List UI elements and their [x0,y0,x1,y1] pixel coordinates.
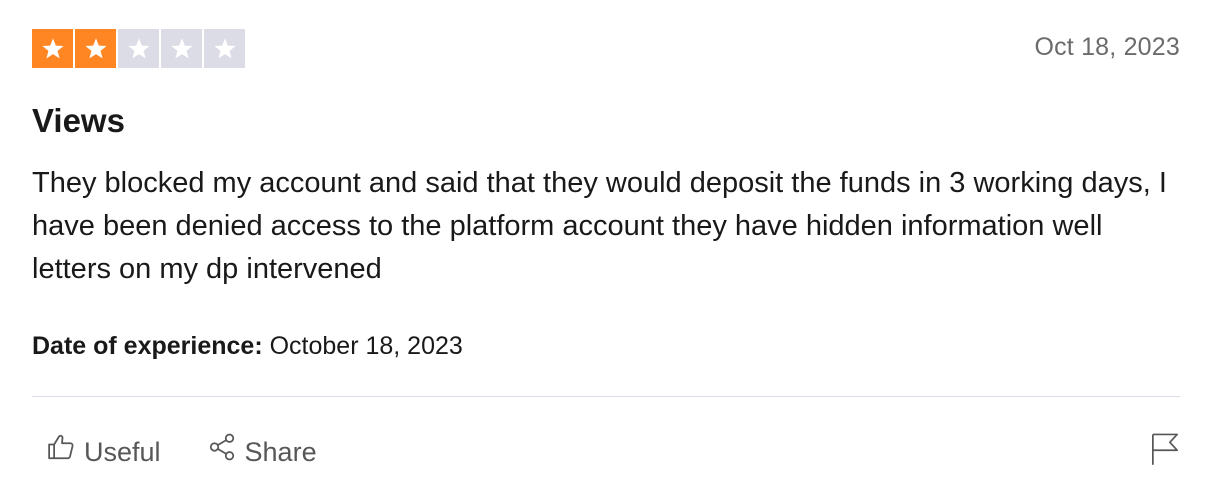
star-icon [161,29,202,68]
useful-label: Useful [84,436,161,467]
share-button[interactable]: Share [207,432,317,471]
star-icon [75,29,116,68]
flag-icon [1150,433,1180,470]
experience-label: Date of experience: [32,332,263,360]
thumbs-up-icon [46,432,76,471]
divider [32,396,1180,397]
share-icon [207,432,237,471]
useful-button[interactable]: Useful [46,432,161,471]
experience-date: October 18, 2023 [269,332,463,360]
report-flag-button[interactable] [1150,432,1180,466]
star-icon [204,29,245,68]
star-icon [32,29,73,68]
review-title: Views [32,102,125,139]
review-date: Oct 18, 2023 [1034,33,1180,61]
share-label: Share [244,436,317,467]
star-rating [32,29,245,68]
review-body: They blocked my account and said that th… [32,167,1167,285]
date-of-experience: Date of experience: October 18, 2023 [32,330,463,362]
review-actions: Useful Share [46,432,317,471]
review-card: Oct 18, 2023 Views They blocked my accou… [32,0,1180,502]
star-icon [118,29,159,68]
